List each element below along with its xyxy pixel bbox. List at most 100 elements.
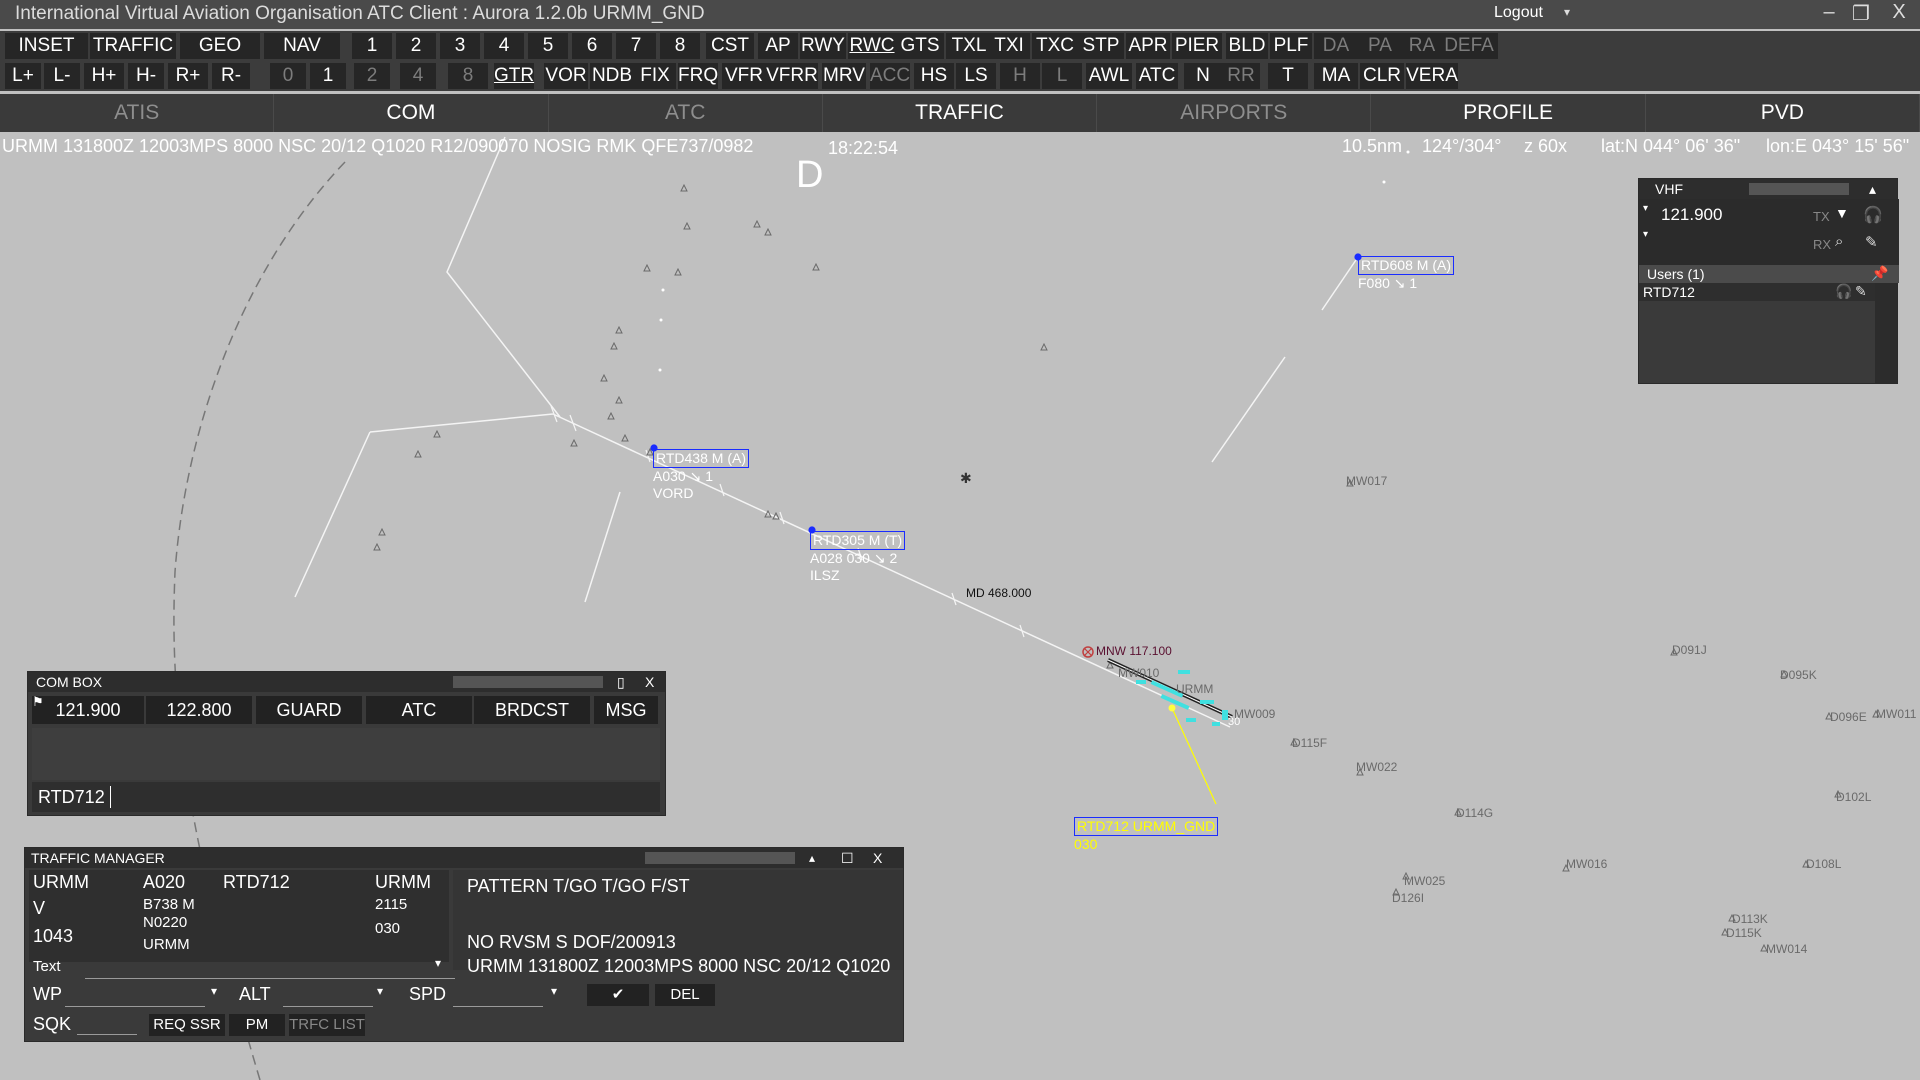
toolbar-1-button[interactable]: 1 — [310, 63, 346, 89]
squawk-display[interactable]: 1043 — [33, 926, 73, 947]
toolbar-hs-button[interactable]: HS — [914, 63, 954, 89]
toolbar-0-button[interactable]: 0 — [270, 63, 306, 89]
drag-handle[interactable] — [453, 676, 603, 688]
headphones-icon[interactable]: 🎧 — [1863, 205, 1883, 225]
toolbar-gtr-button[interactable]: GTR — [494, 63, 534, 89]
restore-icon[interactable]: ▯ — [617, 672, 625, 692]
toolbar-acc-button[interactable]: ACC — [870, 63, 910, 89]
com-tab-atc[interactable]: ATC — [366, 696, 472, 724]
chevron-down-icon[interactable]: ▾ — [551, 984, 557, 998]
tab-profile[interactable]: PROFILE — [1371, 94, 1646, 132]
toolbar-da-button[interactable]: DA — [1314, 33, 1358, 59]
vhf-panel[interactable]: VHF ▴ ▾ ▾ 121.900 TX ▼ 🎧 RX ⌕ ✎ Users (1… — [1638, 178, 1899, 384]
com-box-header[interactable]: COM BOX ▯ X — [28, 672, 665, 692]
toolbar-r-button[interactable]: R+ — [168, 63, 208, 89]
transmit-icon[interactable]: ▼ — [1835, 205, 1849, 221]
chevron-down-icon[interactable]: ▾ — [435, 956, 441, 970]
toolbar-rwc-button[interactable]: RWC — [848, 33, 896, 59]
tab-airports[interactable]: AIRPORTS — [1097, 94, 1372, 132]
aircraft-equipment[interactable]: B738 M — [143, 896, 195, 913]
com-tab-122-800[interactable]: 122.800 — [146, 696, 252, 724]
toolbar-txc-button[interactable]: TXC — [1032, 33, 1078, 59]
search-icon[interactable]: ⌕ — [1835, 233, 1843, 250]
aircraft-callsign[interactable]: RTD712 URMM_GND — [1074, 817, 1219, 836]
com-input[interactable]: RTD712 — [38, 787, 105, 808]
tab-traffic[interactable]: TRAFFIC — [823, 94, 1098, 132]
altitude-input[interactable] — [283, 984, 373, 1007]
com-box-panel[interactable]: COM BOX ▯ X 121.900 122.800 GUARD ATC BRDCST… — [27, 671, 666, 816]
toolbar-vor-button[interactable]: VOR — [544, 63, 588, 89]
destination[interactable]: URMM — [375, 872, 431, 893]
restore-icon[interactable]: ☐ — [841, 848, 854, 868]
toolbar-frq-button[interactable]: FRQ — [678, 63, 718, 89]
minimize-icon[interactable]: – — [1814, 1, 1844, 24]
chevron-down-icon[interactable]: ▾ — [377, 984, 383, 998]
toolbar-txl-button[interactable]: TXL — [946, 33, 992, 59]
toolbar-8-button[interactable]: 8 — [660, 33, 700, 59]
toolbar-traffic-button[interactable]: TRAFFIC — [90, 33, 176, 59]
speed-input[interactable] — [453, 984, 543, 1007]
cleared-level[interactable]: 030 — [375, 920, 400, 937]
toolbar-ap-button[interactable]: AP — [758, 33, 798, 59]
toolbar-inset-button[interactable]: INSET — [5, 33, 88, 59]
vhf-frequency-row[interactable]: ▾ ▾ 121.900 TX ▼ 🎧 RX ⌕ ✎ — [1639, 199, 1899, 265]
toolbar-h-button[interactable]: H+ — [84, 63, 124, 89]
departure[interactable]: URMM — [143, 936, 190, 953]
toolbar-awl-button[interactable]: AWL — [1086, 63, 1132, 89]
toolbar-l-button[interactable]: L — [1042, 63, 1082, 89]
com-input-row[interactable]: RTD712 — [32, 782, 660, 812]
collapse-icon[interactable]: ▴ — [1869, 179, 1876, 199]
toolbar-3-button[interactable]: 3 — [440, 33, 480, 59]
toolbar-l-button[interactable]: L- — [44, 63, 80, 89]
aircraft-label-rtd712[interactable]: RTD712 URMM_GND 030 — [1074, 817, 1219, 853]
toolbar-8-button[interactable]: 8 — [448, 63, 488, 89]
toolbar-ls-button[interactable]: LS — [956, 63, 996, 89]
text-input[interactable] — [85, 958, 455, 979]
pin-icon[interactable]: 📌 — [1871, 265, 1888, 282]
scrollbar[interactable] — [1875, 283, 1897, 383]
toolbar-n-button[interactable]: N — [1184, 63, 1222, 89]
toolbar-1-button[interactable]: 1 — [352, 33, 392, 59]
toolbar-fix-button[interactable]: FIX — [634, 63, 676, 89]
toolbar-nav-button[interactable]: NAV — [264, 33, 340, 59]
chevron-down-icon[interactable]: ▾ — [211, 984, 217, 998]
traffic-manager-panel[interactable]: TRAFFIC MANAGER ▴ ☐ X URMM V 1043 A020 B… — [24, 847, 904, 1042]
toolbar-geo-button[interactable]: GEO — [180, 33, 260, 59]
pm-button[interactable]: PM — [229, 1014, 285, 1036]
toolbar-plf-button[interactable]: PLF — [1270, 33, 1312, 59]
collapse-icon[interactable]: ▴ — [809, 848, 815, 868]
toolbar-txi-button[interactable]: TXI — [988, 33, 1030, 59]
toolbar-4-button[interactable]: 4 — [484, 33, 524, 59]
toolbar-r-button[interactable]: R- — [212, 63, 250, 89]
toolbar-ma-button[interactable]: MA — [1314, 63, 1358, 89]
toolbar-clr-button[interactable]: CLR — [1360, 63, 1404, 89]
request-ssr-button[interactable]: REQ SSR — [149, 1014, 225, 1036]
headphones-icon[interactable]: 🎧 — [1835, 283, 1852, 300]
toolbar-6-button[interactable]: 6 — [572, 33, 612, 59]
toolbar-l-button[interactable]: L+ — [5, 63, 41, 89]
departure-aerodrome[interactable]: URMM — [33, 872, 89, 893]
tab-atis[interactable]: ATIS — [0, 94, 275, 132]
toolbar-stp-button[interactable]: STP — [1078, 33, 1124, 59]
logout-dropdown-icon[interactable]: ▾ — [1564, 5, 1570, 19]
traffic-list-button[interactable]: TRFC LIST — [289, 1014, 365, 1036]
flight-rules[interactable]: V — [33, 898, 45, 919]
tab-atc[interactable]: ATC — [549, 94, 823, 132]
toolbar-rr-button[interactable]: RR — [1222, 63, 1260, 89]
tab-com[interactable]: COM — [274, 94, 549, 132]
waypoint-input[interactable] — [65, 984, 205, 1007]
drag-handle[interactable] — [645, 852, 795, 864]
drag-handle[interactable] — [1749, 183, 1849, 195]
edit-icon[interactable]: ✎ — [1855, 283, 1867, 300]
toolbar-ndb-button[interactable]: NDB — [590, 63, 634, 89]
toolbar-h-button[interactable]: H — [1000, 63, 1040, 89]
com-tab-121-900[interactable]: 121.900 — [32, 696, 144, 724]
remarks-field[interactable]: NO RVSM S DOF/200913 — [467, 932, 676, 953]
expand-icon[interactable]: ▾ — [1643, 229, 1648, 240]
route-field[interactable]: PATTERN T/GO T/GO F/ST — [467, 876, 690, 897]
toolbar-cst-button[interactable]: CST — [706, 33, 754, 59]
aircraft-label-rtd438[interactable]: RTD438 M (A) A030 ↘ 1 VORD — [653, 449, 749, 502]
edit-icon[interactable]: ✎ — [1865, 233, 1878, 251]
aircraft-callsign[interactable]: RTD305 M (T) — [810, 531, 906, 550]
toolbar-2-button[interactable]: 2 — [354, 63, 390, 89]
